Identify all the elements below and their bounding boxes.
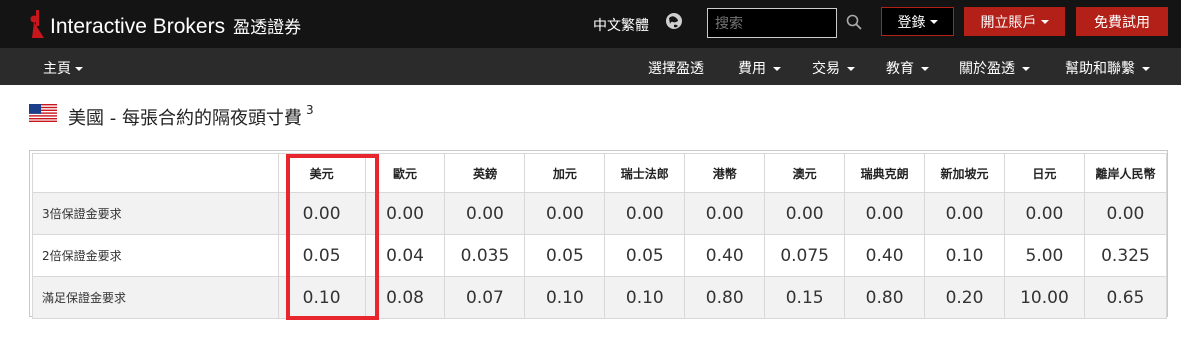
- table-cell: 0.40: [844, 234, 926, 277]
- table-cell: 0.00: [604, 192, 686, 235]
- table-cell: 0.05: [604, 234, 686, 277]
- nav-item-pricing-label: 費用: [738, 61, 766, 77]
- brand-name[interactable]: Interactive Brokers 盈透證券: [50, 13, 301, 39]
- column-header: 瑞典克朗: [844, 153, 926, 193]
- row-label: 滿足保證金要求: [32, 276, 279, 319]
- top-header: Interactive Brokers 盈透證券 中文繁體 登錄 開立賬戶 免費試…: [0, 0, 1181, 48]
- table-cell: 0.325: [1083, 234, 1168, 277]
- fee-table: 美元 歐元 英鎊 加元 瑞士法郎 港幣 澳元 瑞典克朗 新加坡元 日元 離岸人民…: [32, 153, 1168, 319]
- column-header-empty: [32, 153, 279, 193]
- column-header: 日元: [1003, 153, 1085, 193]
- table-cell: 0.07: [444, 276, 526, 319]
- free-trial-button[interactable]: 免費試用: [1076, 7, 1168, 36]
- column-header: 英鎊: [444, 153, 526, 193]
- nav-item-education[interactable]: 教育: [886, 58, 929, 78]
- table-header-row: 美元 歐元 英鎊 加元 瑞士法郎 港幣 澳元 瑞典克朗 新加坡元 日元 離岸人民…: [32, 153, 1168, 193]
- brand-name-cn: 盈透證券: [233, 18, 302, 38]
- login-button[interactable]: 登錄: [881, 7, 954, 36]
- nav-item-help[interactable]: 幫助和聯繫: [1065, 58, 1150, 78]
- brand-name-en: Interactive Brokers: [50, 15, 226, 38]
- table-cell: 0.15: [764, 276, 846, 319]
- table-cell: 0.00: [844, 192, 926, 235]
- table-cell: 0.65: [1083, 276, 1168, 319]
- table-row: 2倍保證金要求 0.05 0.04 0.035 0.05 0.05 0.40 0…: [32, 234, 1168, 277]
- globe-icon[interactable]: [665, 12, 683, 30]
- open-account-button-label: 開立賬戶: [980, 14, 1037, 31]
- nav-item-education-label: 教育: [886, 61, 914, 77]
- table-cell: 10.00: [1003, 276, 1085, 319]
- table-cell: 5.00: [1003, 234, 1085, 277]
- search-icon[interactable]: [846, 14, 862, 30]
- column-header: 澳元: [764, 153, 846, 193]
- table-cell: 0.20: [924, 276, 1005, 319]
- table-cell: 0.035: [444, 234, 526, 277]
- table-cell: 0.00: [1003, 192, 1085, 235]
- main-nav: 主頁 選擇盈透 費用 交易 教育 關於盈透 幫助和聯繫: [0, 48, 1181, 85]
- us-flag-icon: [29, 104, 57, 122]
- nav-item-why-ib[interactable]: 選擇盈透: [648, 58, 704, 78]
- table-cell: 0.05: [524, 234, 606, 277]
- column-header: 加元: [524, 153, 606, 193]
- nav-item-about[interactable]: 關於盈透: [959, 58, 1030, 78]
- free-trial-button-label: 免費試用: [1094, 14, 1150, 31]
- table-cell: 0.10: [924, 234, 1005, 277]
- table-cell: 0.075: [764, 234, 846, 277]
- page-title: 美國 - 每張合約的隔夜頭寸費 3: [68, 103, 314, 130]
- footnote-marker[interactable]: 3: [306, 103, 314, 117]
- column-header: 港幣: [684, 153, 766, 193]
- fee-table-container: 美元 歐元 英鎊 加元 瑞士法郎 港幣 澳元 瑞典克朗 新加坡元 日元 離岸人民…: [29, 150, 1168, 319]
- chevron-down-icon: [929, 19, 938, 24]
- nav-item-why-ib-label: 選擇盈透: [648, 61, 704, 77]
- table-cell: 0.00: [684, 192, 766, 235]
- chevron-down-icon: [1022, 67, 1030, 71]
- table-cell: 0.80: [844, 276, 926, 319]
- nav-item-home-label: 主頁: [43, 61, 71, 77]
- table-cell: 0.40: [684, 234, 766, 277]
- nav-item-pricing[interactable]: 費用: [738, 58, 781, 78]
- login-button-label: 登錄: [897, 14, 926, 31]
- table-cell: 0.00: [764, 192, 846, 235]
- table-cell: 0.80: [684, 276, 766, 319]
- column-header: 新加坡元: [924, 153, 1005, 193]
- table-cell: 0.10: [524, 276, 606, 319]
- nav-item-trading[interactable]: 交易: [812, 58, 855, 78]
- chevron-down-icon: [847, 67, 855, 71]
- nav-item-home[interactable]: 主頁: [43, 58, 83, 78]
- table-cell: 0.00: [524, 192, 606, 235]
- chevron-down-icon: [921, 67, 929, 71]
- row-label: 3倍保證金要求: [32, 192, 279, 235]
- chevron-down-icon: [1040, 19, 1049, 24]
- chevron-down-icon: [75, 67, 83, 71]
- row-label: 2倍保證金要求: [32, 234, 279, 277]
- language-selector[interactable]: 中文繁體: [593, 15, 649, 35]
- table-row: 滿足保證金要求 0.10 0.08 0.07 0.10 0.10 0.80 0.…: [32, 276, 1168, 319]
- table-cell: 0.10: [604, 276, 686, 319]
- usd-column-highlight: [286, 154, 379, 320]
- page-title-text: 美國 - 每張合約的隔夜頭寸費: [68, 108, 302, 129]
- search-input[interactable]: [707, 8, 837, 38]
- table-cell: 0.00: [924, 192, 1005, 235]
- chevron-down-icon: [1142, 67, 1150, 71]
- nav-item-about-label: 關於盈透: [959, 61, 1015, 77]
- table-cell: 0.00: [444, 192, 526, 235]
- open-account-button[interactable]: 開立賬戶: [964, 7, 1065, 36]
- chevron-down-icon: [773, 67, 781, 71]
- nav-item-trading-label: 交易: [812, 61, 840, 77]
- column-header: 離岸人民幣: [1083, 153, 1168, 193]
- column-header: 瑞士法郎: [604, 153, 686, 193]
- ib-logo-icon[interactable]: [28, 8, 48, 40]
- nav-item-help-label: 幫助和聯繫: [1065, 61, 1135, 77]
- table-cell: 0.00: [1083, 192, 1168, 235]
- table-row: 3倍保證金要求 0.00 0.00 0.00 0.00 0.00 0.00 0.…: [32, 192, 1168, 235]
